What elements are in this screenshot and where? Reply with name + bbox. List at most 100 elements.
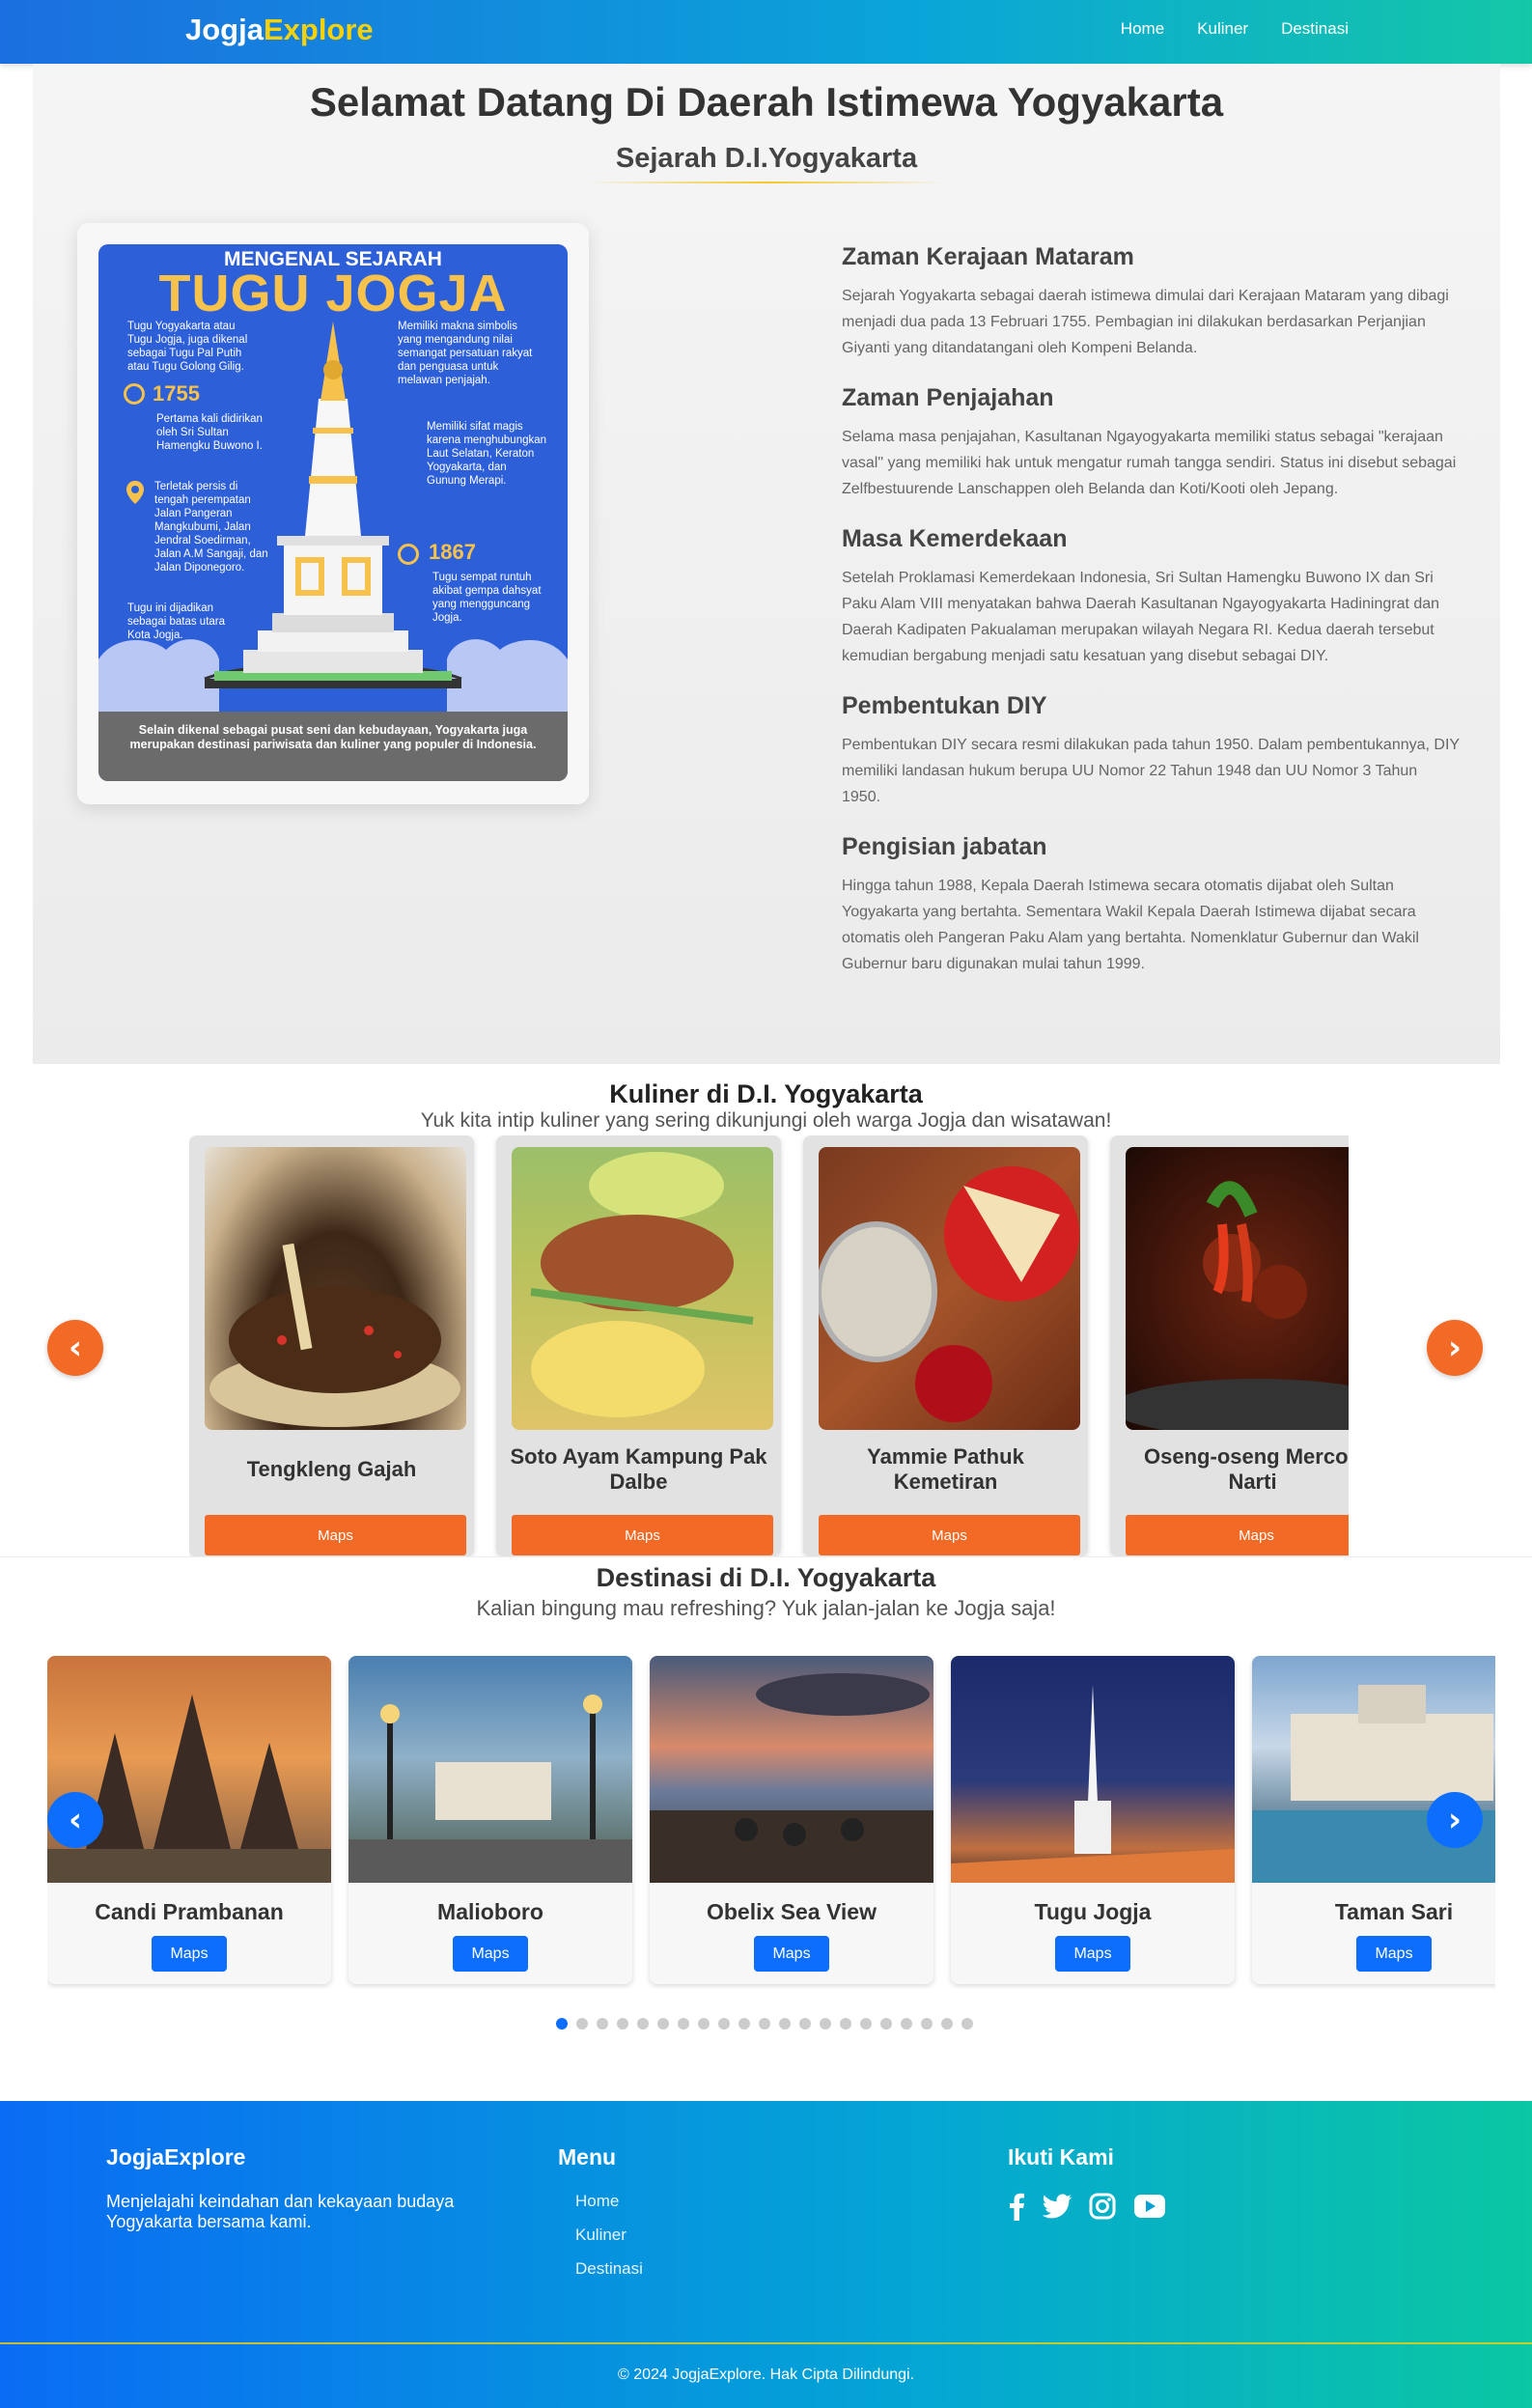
- destinasi-prev-button[interactable]: ‹: [47, 1792, 103, 1848]
- pagination-dot[interactable]: [597, 2018, 608, 2030]
- topic-text: Pembentukan DIY secara resmi dilakukan p…: [842, 737, 1460, 805]
- poster-card: MENGENAL SEJARAH TUGU JOGJA Tugu Yogyaka…: [77, 223, 589, 804]
- pagination-dot[interactable]: [941, 2018, 953, 2030]
- tugu-jogja-poster: MENGENAL SEJARAH TUGU JOGJA Tugu Yogyaka…: [98, 244, 568, 781]
- footer-description: Menjelajahi keindahan dan kekayaan buday…: [106, 2192, 455, 2231]
- history-topic: Pengisian jabatan Hingga tahun 1988, Kep…: [842, 833, 1460, 977]
- pagination-dot[interactable]: [921, 2018, 933, 2030]
- copyright-text: © 2024 JogjaExplore. Hak Cipta Dilindung…: [617, 2366, 915, 2383]
- kuliner-image: [512, 1147, 773, 1430]
- kuliner-image: [205, 1147, 466, 1430]
- destinasi-next-button[interactable]: ›: [1427, 1792, 1483, 1848]
- pagination-dot[interactable]: [779, 2018, 791, 2030]
- pagination-dot[interactable]: [718, 2018, 730, 2030]
- pagination-dot[interactable]: [961, 2018, 973, 2030]
- destinasi-image: [1252, 1656, 1495, 1883]
- pagination-dot[interactable]: [759, 2018, 770, 2030]
- topic-text: Sejarah Yogyakarta sebagai daerah istime…: [842, 288, 1449, 356]
- history-topic: Masa Kemerdekaan Setelah Proklamasi Keme…: [842, 525, 1460, 669]
- footer-link-home[interactable]: Home: [575, 2192, 643, 2211]
- pagination-dot[interactable]: [738, 2018, 750, 2030]
- pagination-dot[interactable]: [637, 2018, 649, 2030]
- destinasi-carousel[interactable]: Candi Prambanan Maps Malioboro Maps Obel…: [47, 1656, 1495, 1989]
- kuliner-name: Tengkleng Gajah: [246, 1457, 417, 1481]
- pagination-dot[interactable]: [860, 2018, 872, 2030]
- twitter-icon[interactable]: [1043, 2194, 1072, 2219]
- kuliner-prev-button[interactable]: ‹: [47, 1320, 103, 1376]
- pagination-dot[interactable]: [880, 2018, 892, 2030]
- destinasi-section: Destinasi di D.I. Yogyakarta Kalian bing…: [0, 1556, 1532, 2101]
- maps-button[interactable]: Maps: [819, 1515, 1080, 1555]
- poster-footer-text: Selain dikenal sebagai pusat seni dan ke…: [98, 712, 568, 781]
- topic-title: Masa Kemerdekaan: [842, 525, 1068, 552]
- pagination-dot[interactable]: [799, 2018, 811, 2030]
- kuliner-title: Kuliner di D.I. Yogyakarta: [609, 1079, 923, 1108]
- history-subtitle: Sejarah D.I.Yogyakarta: [615, 143, 918, 174]
- kuliner-image: [1126, 1147, 1349, 1430]
- brand-part-2: Explore: [263, 13, 374, 46]
- nav-link-destinasi[interactable]: Destinasi: [1281, 19, 1349, 39]
- destinasi-name: Taman Sari: [1334, 1899, 1454, 1924]
- kuliner-name: Yammie Pathuk Kemetiran: [867, 1444, 1024, 1494]
- nav-link-home[interactable]: Home: [1121, 19, 1164, 39]
- pagination-dot[interactable]: [556, 2018, 568, 2030]
- destinasi-image: [951, 1656, 1235, 1883]
- subtitle-underline: [588, 182, 945, 183]
- maps-button[interactable]: Maps: [1055, 1936, 1130, 1972]
- facebook-icon[interactable]: [1008, 2192, 1025, 2221]
- destinasi-name: Tugu Jogja: [1034, 1899, 1152, 1924]
- youtube-icon[interactable]: [1133, 2194, 1166, 2219]
- maps-button[interactable]: Maps: [1126, 1515, 1349, 1555]
- brand-logo[interactable]: JogjaExplore: [185, 13, 374, 47]
- pagination-dot[interactable]: [678, 2018, 689, 2030]
- footer-follow-title: Ikuti Kami: [1008, 2144, 1114, 2170]
- pagination-dot[interactable]: [617, 2018, 628, 2030]
- destinasi-card: Malioboro Maps: [348, 1656, 632, 1984]
- kuliner-card: Soto Ayam Kampung Pak Dalbe Maps: [496, 1135, 781, 1556]
- page-title: Selamat Datang Di Daerah Istimewa Yogyak…: [309, 79, 1224, 125]
- history-section: Selamat Datang Di Daerah Istimewa Yogyak…: [33, 64, 1500, 1064]
- pagination-dot[interactable]: [576, 2018, 588, 2030]
- footer-menu: Home Kuliner Destinasi: [575, 2192, 643, 2293]
- kuliner-next-button[interactable]: ›: [1427, 1320, 1483, 1376]
- history-topic: Pembentukan DIY Pembentukan DIY secara r…: [842, 692, 1460, 810]
- kuliner-card: Tengkleng Gajah Maps: [189, 1135, 474, 1556]
- kuliner-carousel[interactable]: Tengkleng Gajah Maps Soto Ayam Kampung P…: [189, 1135, 1349, 1556]
- maps-button[interactable]: Maps: [453, 1936, 528, 1972]
- footer-divider: [0, 2342, 1532, 2344]
- destinasi-title: Destinasi di D.I. Yogyakarta: [596, 1563, 936, 1592]
- topic-title: Pembentukan DIY: [842, 692, 1047, 719]
- destinasi-image: [348, 1656, 632, 1883]
- kuliner-name: Oseng-oseng Mercon Narti: [1144, 1444, 1349, 1494]
- footer-menu-title: Menu: [558, 2144, 617, 2170]
- topic-title: Zaman Penjajahan: [842, 384, 1054, 411]
- destinasi-name: Malioboro: [437, 1899, 543, 1924]
- maps-button[interactable]: Maps: [152, 1936, 227, 1972]
- nav-link-kuliner[interactable]: Kuliner: [1197, 19, 1248, 39]
- footer: JogjaExplore Menjelajahi keindahan dan k…: [0, 2101, 1532, 2408]
- kuliner-subtitle: Yuk kita intip kuliner yang sering dikun…: [420, 1109, 1112, 1132]
- destinasi-subtitle: Kalian bingung mau refreshing? Yuk jalan…: [476, 1596, 1056, 1620]
- topic-title: Pengisian jabatan: [842, 833, 1047, 860]
- maps-button[interactable]: Maps: [512, 1515, 773, 1555]
- pagination-dot[interactable]: [820, 2018, 831, 2030]
- maps-button[interactable]: Maps: [754, 1936, 829, 1972]
- topic-text: Setelah Proklamasi Kemerdekaan Indonesia…: [842, 570, 1440, 664]
- pagination-dot[interactable]: [698, 2018, 710, 2030]
- history-topics: Zaman Kerajaan Mataram Sejarah Yogyakart…: [842, 243, 1460, 1000]
- footer-link-destinasi[interactable]: Destinasi: [575, 2259, 643, 2279]
- pagination-dot[interactable]: [840, 2018, 851, 2030]
- pagination-dot[interactable]: [901, 2018, 912, 2030]
- footer-link-kuliner[interactable]: Kuliner: [575, 2226, 643, 2245]
- destinasi-name: Obelix Sea View: [706, 1899, 877, 1924]
- carousel-pagination: [556, 2018, 973, 2030]
- maps-button[interactable]: Maps: [205, 1515, 466, 1555]
- instagram-icon[interactable]: [1089, 2193, 1116, 2220]
- navbar: JogjaExplore Home Kuliner Destinasi: [0, 0, 1532, 64]
- brand-part-1: Jogja: [185, 13, 264, 46]
- maps-button[interactable]: Maps: [1356, 1936, 1432, 1972]
- topic-title: Zaman Kerajaan Mataram: [842, 243, 1134, 270]
- destinasi-image: [47, 1656, 331, 1883]
- pagination-dot[interactable]: [657, 2018, 669, 2030]
- destinasi-name: Candi Prambanan: [95, 1899, 284, 1924]
